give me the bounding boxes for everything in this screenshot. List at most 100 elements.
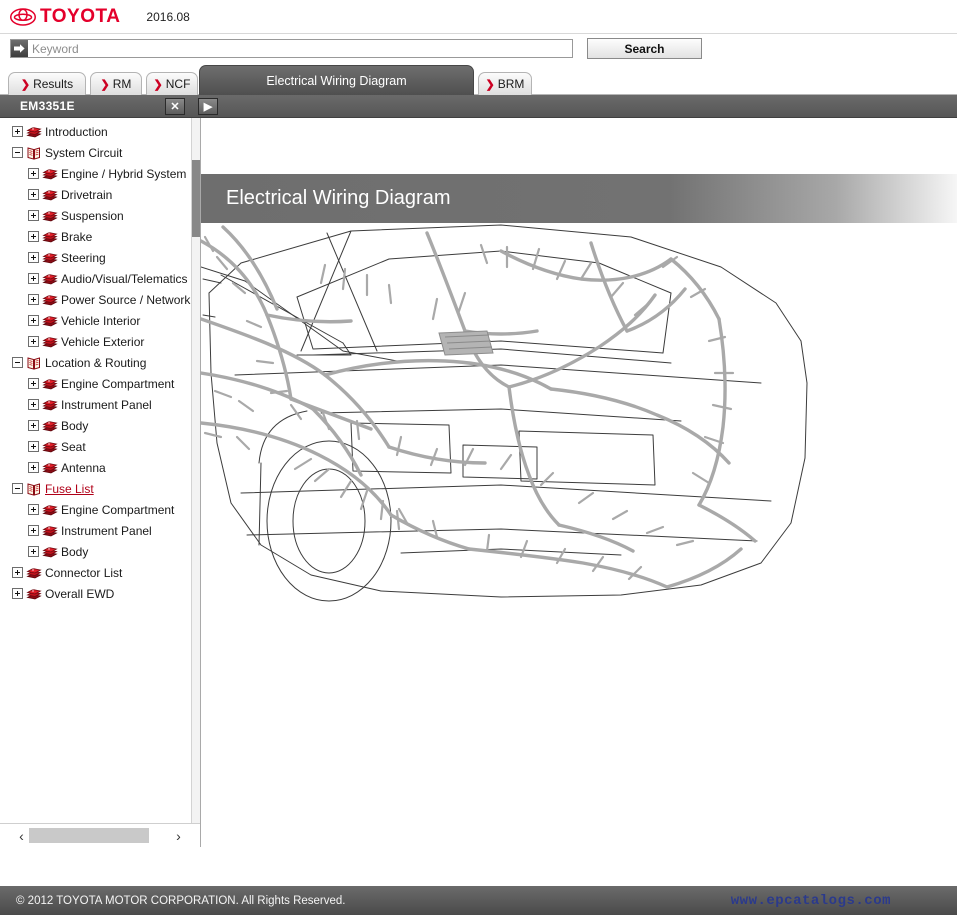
site-watermark: www.epcatalogs.com [730,892,891,909]
expand-icon[interactable] [28,462,39,473]
tab-chevron-icon: ❯ [100,78,110,91]
tree-node-seat[interactable]: Seat [0,436,191,457]
tree-node-location-routing[interactable]: Location & Routing [0,352,191,373]
search-button[interactable]: Search [587,38,702,59]
tree-node-system-circuit[interactable]: System Circuit [0,142,191,163]
close-icon[interactable]: ✕ [165,97,185,115]
tree-node-power-source-network[interactable]: Power Source / Network [0,289,191,310]
scroll-left-icon[interactable]: ‹ [14,828,29,844]
search-input[interactable] [28,40,572,57]
navigation-tree[interactable]: Introduction System Circuit Engine / Hybri… [0,121,191,847]
tree-node-connector-list[interactable]: Connector List [0,562,191,583]
tree-node-drivetrain[interactable]: Drivetrain [0,184,191,205]
tab-chevron-icon: ❯ [485,78,495,91]
expand-icon[interactable] [12,126,23,137]
closed-book-icon [42,230,58,244]
expand-icon[interactable] [28,294,39,305]
expand-icon[interactable] [28,504,39,515]
expand-icon[interactable] [28,546,39,557]
closed-book-icon [42,419,58,433]
tree-vertical-scroll-thumb[interactable] [192,160,200,237]
closed-book-icon [42,503,58,517]
closed-book-icon [42,524,58,538]
tab-ncf[interactable]: ❯ NCF [146,72,198,95]
tree-node-engine-compartment[interactable]: Engine Compartment [0,373,191,394]
play-next-icon[interactable]: ▶ [198,97,218,115]
closed-book-icon [26,125,42,139]
tab-brm[interactable]: ❯ BRM [478,72,532,95]
expand-icon[interactable] [28,315,39,326]
expand-icon[interactable] [28,252,39,263]
expand-icon[interactable] [28,210,39,221]
tab-label: NCF [165,77,191,91]
tree-node-engine-compartment[interactable]: Engine Compartment [0,499,191,520]
tree-node-suspension[interactable]: Suspension [0,205,191,226]
tree-horizontal-scrollbar[interactable]: ‹ › [0,823,200,847]
app-header: TOYOTA 2016.08 [0,0,957,33]
tree-node-label: Instrument Panel [61,397,152,412]
tab-rm[interactable]: ❯ RM [90,72,142,95]
tree-node-introduction[interactable]: Introduction [0,121,191,142]
wiring-diagram-illustration[interactable] [201,223,957,847]
tree-node-instrument-panel[interactable]: Instrument Panel [0,394,191,415]
tree-node-label: Body [61,418,89,433]
tree-node-body[interactable]: Body [0,415,191,436]
closed-book-icon [42,461,58,475]
tab-results[interactable]: ❯ Results [8,72,86,95]
closed-book-icon [42,272,58,286]
expand-icon[interactable] [28,231,39,242]
copyright-text: © 2012 TOYOTA MOTOR CORPORATION. All Rig… [16,894,346,907]
tree-node-audio-visual-telematics[interactable]: Audio/Visual/Telematics [0,268,191,289]
tree-node-engine-hybrid-system[interactable]: Engine / Hybrid System [0,163,191,184]
tab-electrical-wiring-diagram[interactable]: Electrical Wiring Diagram [199,65,474,95]
expand-icon[interactable] [12,588,23,599]
collapse-icon[interactable] [12,147,23,158]
tree-node-label: Audio/Visual/Telematics [61,271,188,286]
expand-icon[interactable] [28,168,39,179]
collapse-icon[interactable] [12,357,23,368]
tree-node-instrument-panel[interactable]: Instrument Panel [0,520,191,541]
tree-node-label: Vehicle Interior [61,313,141,328]
tree-node-label: Location & Routing [45,355,147,370]
tree-node-label: Body [61,544,89,559]
toyota-emblem-icon [10,7,36,26]
expand-icon[interactable] [28,399,39,410]
tree-node-label: Engine Compartment [61,502,175,517]
tree-node-label: Seat [61,439,86,454]
tab-strip: ❯ Results ❯ RM ❯ NCF Electrical Wiring D… [0,63,957,95]
workspace: Introduction System Circuit Engine / Hybri… [0,118,957,847]
expand-icon[interactable] [28,441,39,452]
tree-node-overall-ewd[interactable]: Overall EWD [0,583,191,604]
tree-node-brake[interactable]: Brake [0,226,191,247]
search-field-wrapper[interactable] [10,39,573,58]
tree-node-label: Engine / Hybrid System [61,166,187,181]
expand-icon[interactable] [28,525,39,536]
tree-node-vehicle-interior[interactable]: Vehicle Interior [0,310,191,331]
tree-hscroll-thumb[interactable] [29,828,149,843]
tab-label: Electrical Wiring Diagram [266,73,407,88]
tree-vertical-scrollbar[interactable] [191,118,200,825]
collapse-icon[interactable] [12,483,23,494]
scroll-right-icon[interactable]: › [171,828,186,844]
expand-icon[interactable] [28,336,39,347]
expand-icon[interactable] [28,189,39,200]
tree-node-body[interactable]: Body [0,541,191,562]
open-book-icon [26,146,42,160]
catalog-version: 2016.08 [146,9,190,24]
tree-node-fuse-list[interactable]: Fuse List [0,478,191,499]
expand-icon[interactable] [28,378,39,389]
expand-icon[interactable] [12,567,23,578]
toyota-logo: TOYOTA [10,6,120,28]
tree-node-label: System Circuit [45,145,123,160]
closed-book-icon [42,209,58,223]
expand-icon[interactable] [28,420,39,431]
search-bar: Search [0,33,957,63]
tree-hscroll-track[interactable] [29,828,171,843]
ecu-module [438,330,494,356]
footer-bar: © 2012 TOYOTA MOTOR CORPORATION. All Rig… [0,886,957,915]
tree-node-steering[interactable]: Steering [0,247,191,268]
closed-book-icon [42,377,58,391]
tree-node-antenna[interactable]: Antenna [0,457,191,478]
expand-icon[interactable] [28,273,39,284]
tree-node-vehicle-exterior[interactable]: Vehicle Exterior [0,331,191,352]
